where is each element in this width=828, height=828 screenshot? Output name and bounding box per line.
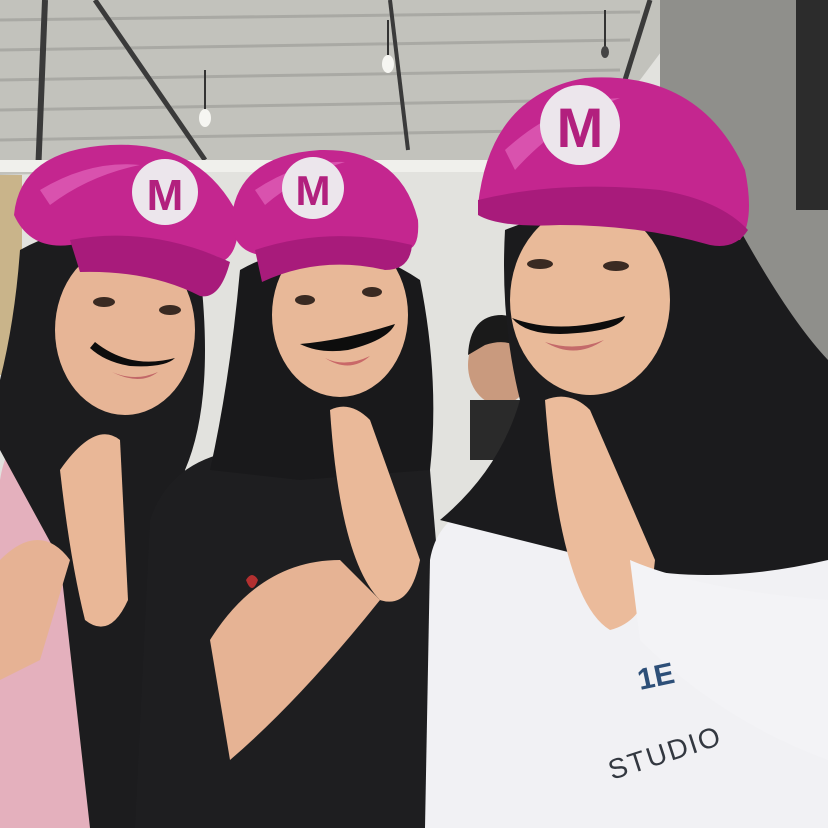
cap-emblem-letter-left: M: [147, 171, 184, 220]
photo-illustration: 1E STUDIO M M M: [0, 0, 828, 828]
cap-emblem-letter-middle: M: [296, 167, 331, 214]
cap-emblem-letter-right: M: [557, 96, 604, 159]
photo-scene: 1E STUDIO M M M: [0, 0, 828, 828]
wall-poster: [796, 0, 828, 210]
face-right: [510, 205, 670, 395]
